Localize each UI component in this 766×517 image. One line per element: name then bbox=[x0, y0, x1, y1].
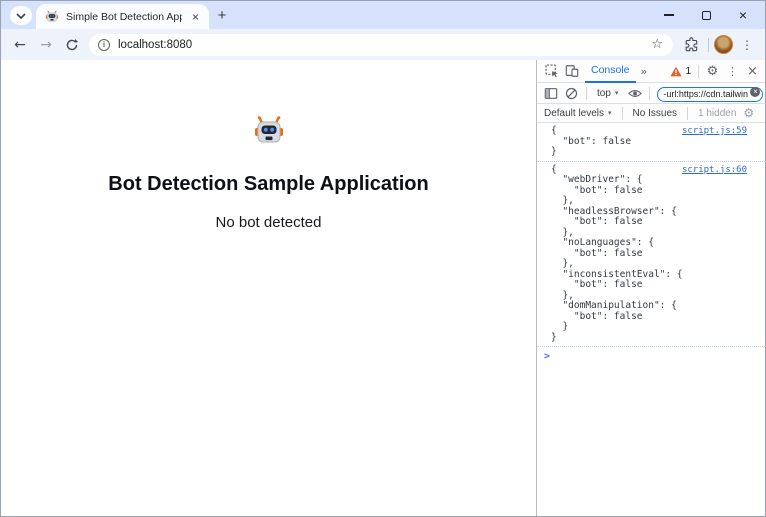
levels-label: Default levels bbox=[544, 108, 604, 119]
console-log-entry: script.js:59{ "bot": false } bbox=[537, 123, 765, 162]
console-filter: × bbox=[657, 84, 763, 102]
back-button[interactable]: ← bbox=[7, 33, 33, 57]
maximize-button[interactable] bbox=[700, 9, 712, 21]
source-location-link[interactable]: script.js:60 bbox=[682, 165, 747, 175]
separator bbox=[649, 87, 650, 100]
separator bbox=[687, 107, 688, 120]
browser-tab[interactable]: Simple Bot Detection App × bbox=[36, 4, 209, 29]
devtools-main-toolbar: Console » 1 ⚙ ⋮ × bbox=[537, 60, 765, 83]
clear-console-button[interactable] bbox=[562, 84, 581, 103]
web-page: Bot Detection Sample Application No bot … bbox=[1, 60, 536, 516]
console-settings-bar: Default levels ▾ No Issues 1 hidden ⚙ bbox=[537, 104, 765, 123]
puzzle-icon bbox=[684, 37, 699, 52]
tab-search-button[interactable] bbox=[10, 6, 32, 25]
extensions-button[interactable] bbox=[679, 33, 703, 57]
tab-console[interactable]: Console bbox=[585, 60, 636, 83]
detection-status-text: No bot detected bbox=[1, 214, 536, 231]
devtools-settings-button[interactable]: ⚙ bbox=[703, 62, 722, 81]
console-log-entry: script.js:60{ "webDriver": { "bot": fals… bbox=[537, 162, 765, 348]
warnings-badge[interactable]: 1 bbox=[667, 66, 694, 77]
console-settings-gear-icon[interactable]: ⚙ bbox=[743, 106, 754, 120]
chevron-down-icon bbox=[16, 13, 26, 19]
issues-counter[interactable]: No Issues bbox=[633, 108, 677, 119]
chevron-down-icon: ▾ bbox=[615, 89, 619, 97]
chevron-down-icon: ▾ bbox=[608, 109, 612, 117]
window-close-button[interactable]: × bbox=[737, 9, 749, 21]
url-text[interactable]: localhost:8080 bbox=[118, 39, 641, 51]
context-label: top bbox=[597, 88, 611, 99]
browser-window: Simple Bot Detection App × + × ← → i loc… bbox=[0, 0, 766, 517]
device-toolbar-button[interactable] bbox=[562, 62, 581, 81]
javascript-context-selector[interactable]: top ▾ bbox=[592, 88, 623, 99]
new-tab-button[interactable]: + bbox=[209, 3, 235, 27]
eye-icon bbox=[628, 88, 642, 99]
window-controls: × bbox=[663, 1, 765, 29]
console-log-text: { "webDriver": { "bot": false }, "headle… bbox=[551, 165, 747, 344]
tab-close-icon[interactable]: × bbox=[189, 10, 202, 24]
browser-menu-button[interactable]: ⋮ bbox=[737, 33, 757, 57]
tab-strip: Simple Bot Detection App × + × bbox=[1, 1, 765, 29]
sidebar-panel-icon bbox=[544, 87, 558, 100]
separator bbox=[698, 65, 699, 78]
minimize-icon bbox=[664, 14, 674, 16]
separator bbox=[622, 107, 623, 120]
more-tabs-button[interactable]: » bbox=[637, 65, 652, 78]
robot-favicon-icon bbox=[45, 10, 59, 24]
console-output: script.js:59{ "bot": false }script.js:60… bbox=[537, 123, 765, 516]
tab-title: Simple Bot Detection App bbox=[66, 11, 182, 23]
console-toolbar: top ▾ × bbox=[537, 83, 765, 104]
profile-avatar[interactable] bbox=[714, 35, 733, 54]
hidden-messages-label: 1 hidden bbox=[698, 108, 736, 119]
minimize-button[interactable] bbox=[663, 9, 675, 21]
bookmark-star-icon[interactable]: ☆ bbox=[649, 37, 665, 52]
content-area: Bot Detection Sample Application No bot … bbox=[1, 60, 765, 516]
browser-toolbar: ← → i localhost:8080 ☆ ⋮ bbox=[1, 29, 765, 60]
devtools-close-button[interactable]: × bbox=[743, 62, 762, 81]
device-toolbar-icon bbox=[565, 64, 579, 78]
reload-icon bbox=[65, 38, 79, 52]
warning-triangle-icon bbox=[670, 66, 682, 77]
address-bar[interactable]: i localhost:8080 ☆ bbox=[89, 34, 673, 56]
reload-button[interactable] bbox=[59, 33, 85, 57]
filter-input[interactable] bbox=[657, 87, 763, 102]
console-sidebar-toggle-button[interactable] bbox=[541, 84, 560, 103]
block-icon bbox=[565, 87, 578, 100]
forward-button[interactable]: → bbox=[33, 33, 59, 57]
toolbar-separator bbox=[708, 38, 709, 52]
separator bbox=[586, 87, 587, 100]
warning-count: 1 bbox=[685, 66, 691, 77]
robot-icon bbox=[253, 116, 285, 153]
live-expression-button[interactable] bbox=[625, 84, 644, 103]
page-title: Bot Detection Sample Application bbox=[1, 173, 536, 196]
maximize-icon bbox=[702, 11, 711, 20]
log-levels-dropdown[interactable]: Default levels ▾ bbox=[544, 108, 612, 119]
inspect-cursor-icon bbox=[545, 64, 559, 78]
inspect-element-button[interactable] bbox=[542, 62, 561, 81]
devtools-menu-button[interactable]: ⋮ bbox=[723, 62, 742, 81]
console-prompt[interactable]: > bbox=[537, 347, 765, 364]
site-info-icon[interactable]: i bbox=[98, 39, 110, 51]
source-location-link[interactable]: script.js:59 bbox=[682, 126, 747, 136]
devtools-panel: Console » 1 ⚙ ⋮ × bbox=[536, 60, 765, 516]
